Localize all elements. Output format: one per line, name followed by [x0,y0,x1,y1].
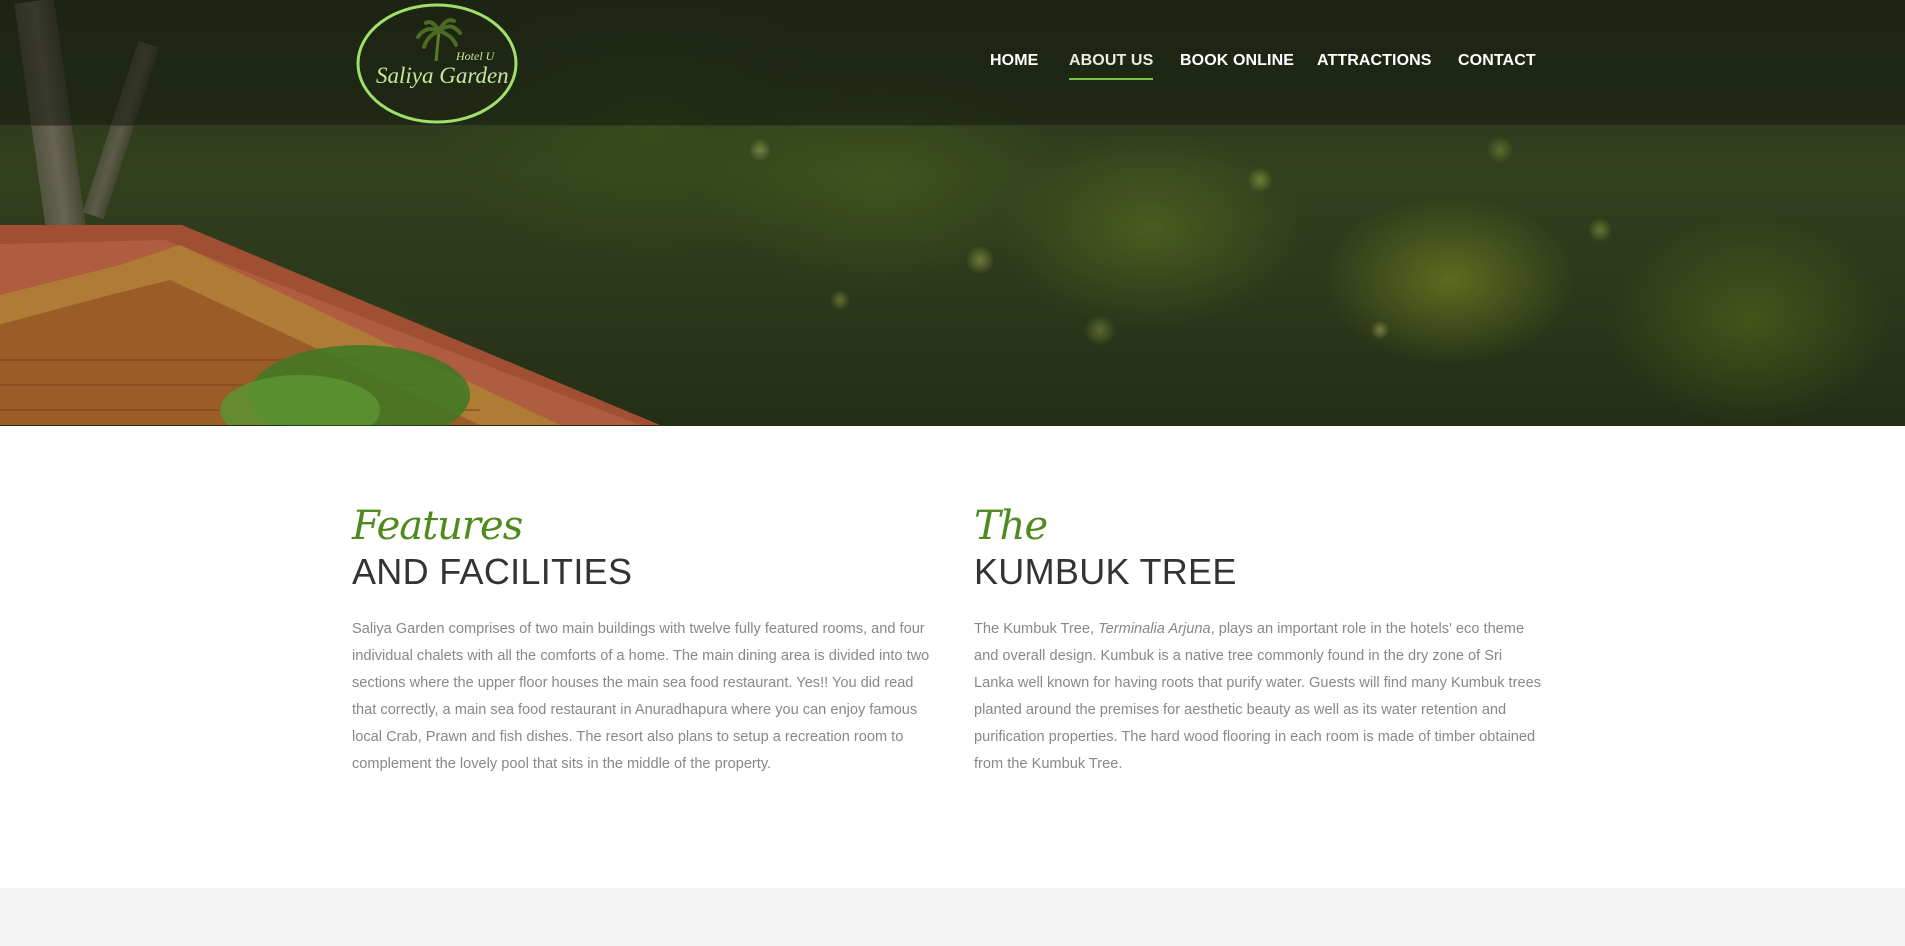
kumbuk-script-title: The [974,503,1048,549]
features-description: Saliya Garden comprises of two main buil… [352,621,930,772]
features-heading: AND FACILITIES [352,551,633,592]
kumbuk-description: The Kumbuk Tree, Terminalia Arjuna, play… [974,616,1544,778]
kumbuk-text-suffix: , plays an important role in the hotels'… [974,621,1541,772]
nav-contact[interactable]: CONTACT [1458,52,1536,70]
kumbuk-column: The KUMBUK TREE The Kumbuk Tree, Termina… [974,502,1544,778]
kumbuk-scientific-name: Terminalia Arjuna [1098,621,1211,637]
features-column: Features AND FACILITIES Saliya Garden co… [352,502,932,778]
site-header: Hotel U Saliya Garden HOME ABOUT US BOOK… [0,0,1905,126]
nav-attractions[interactable]: ATTRACTIONS [1317,52,1432,70]
logo-title: Saliya Garden [376,63,509,88]
about-section: Features AND FACILITIES Saliya Garden co… [0,426,1905,888]
logo-subtitle: Hotel U [456,49,495,63]
nav-book-online[interactable]: BOOK ONLINE [1180,52,1294,70]
footer-strip [0,888,1905,946]
site-logo[interactable]: Hotel U Saliya Garden [356,3,518,124]
features-script-title: Features [352,503,523,549]
nav-home[interactable]: HOME [990,52,1038,70]
kumbuk-heading: KUMBUK TREE [974,551,1237,592]
kumbuk-text-prefix: The Kumbuk Tree, [974,621,1099,637]
nav-about-us[interactable]: ABOUT US [1069,52,1154,80]
